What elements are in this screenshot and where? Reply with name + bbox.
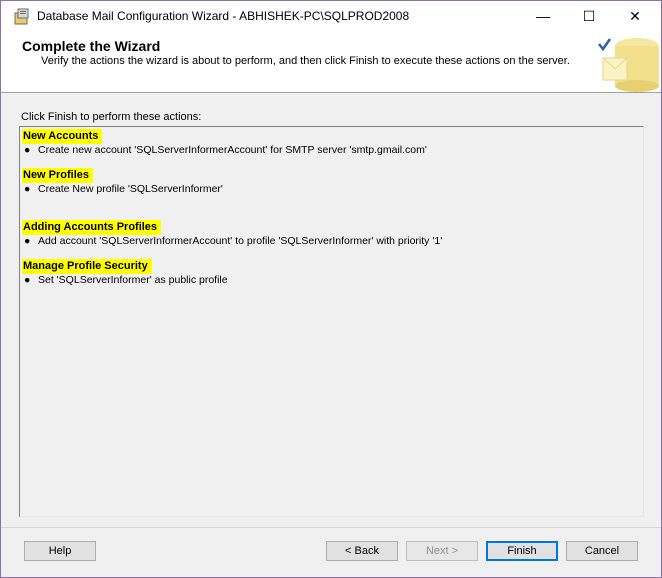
vertical-scrollbar[interactable] (626, 127, 643, 516)
list-item-text: Create new account 'SQLServerInformerAcc… (38, 144, 427, 156)
section-heading-adding-accounts-profiles: Adding Accounts Profiles (22, 220, 162, 235)
list-item: ● Create new account 'SQLServerInformerAc… (24, 144, 427, 156)
wizard-header: Complete the Wizard Verify the actions t… (1, 32, 661, 93)
section-heading-new-profiles: New Profiles (22, 168, 94, 183)
window-title: Database Mail Configuration Wizard - ABH… (37, 9, 410, 23)
intro-label: Click Finish to perform these actions: (21, 111, 202, 123)
title-bar[interactable]: Database Mail Configuration Wizard - ABH… (1, 1, 661, 32)
maximize-button[interactable]: ☐ (566, 1, 612, 32)
list-item: ● Set 'SQLServerInformer' as public profi… (24, 274, 228, 286)
list-item-text: Set 'SQLServerInformer' as public profil… (38, 274, 228, 286)
next-button[interactable]: Next > (406, 541, 478, 561)
finish-button[interactable]: Finish (486, 541, 558, 561)
back-button[interactable]: < Back (326, 541, 398, 561)
section-heading-manage-profile-security: Manage Profile Security (22, 259, 152, 274)
database-mail-icon (598, 38, 659, 92)
list-item-text: Create New profile 'SQLServerInformer' (38, 183, 223, 195)
page-subtitle: Verify the actions the wizard is about t… (41, 55, 570, 67)
list-item-text: Add account 'SQLServerInformerAccount' t… (38, 235, 443, 247)
wizard-window: Database Mail Configuration Wizard - ABH… (0, 0, 662, 578)
close-button[interactable]: ✕ (612, 1, 658, 32)
page-title: Complete the Wizard (22, 38, 161, 54)
help-button[interactable]: Help (24, 541, 96, 561)
actions-report[interactable]: New Accounts ● Create new account 'SQLSer… (19, 126, 644, 517)
list-item: ● Add account 'SQLServerInformerAccount' … (24, 235, 443, 247)
app-icon (14, 8, 29, 25)
list-item: ● Create New profile 'SQLServerInformer' (24, 183, 223, 195)
minimize-button[interactable]: — (520, 1, 566, 32)
footer-divider (1, 527, 661, 528)
cancel-button[interactable]: Cancel (566, 541, 638, 561)
section-heading-new-accounts: New Accounts (22, 129, 103, 144)
